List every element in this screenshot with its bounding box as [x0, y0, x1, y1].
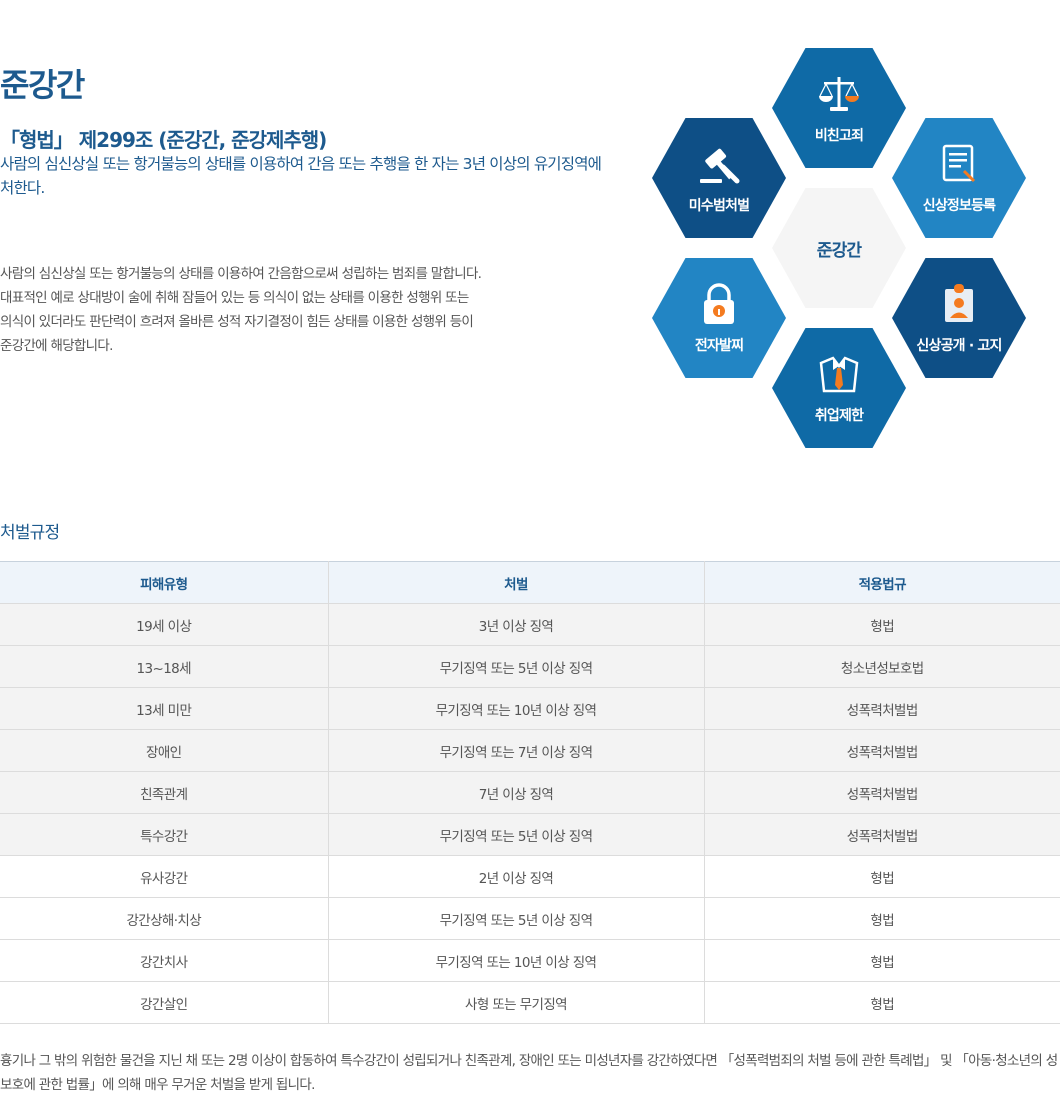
- section-title: 처벌규정: [0, 523, 60, 543]
- punishment-cell: 무기징역 또는 10년 이상 징역: [328, 687, 705, 730]
- law-cell: 형법: [704, 855, 1060, 898]
- hex-item-attempt-punishment: 미수범처벌: [652, 118, 786, 238]
- law-cell: 성폭력처벌법: [704, 687, 1060, 730]
- lock-icon: [696, 281, 742, 327]
- description: 사람의 심신상실 또는 항거불능의 상태를 이용하여 간음함으로써 성립하는 범…: [0, 266, 482, 354]
- table-row: 강간상해·치상 무기징역 또는 5년 이상 징역 형법: [0, 897, 1060, 940]
- note-text: 흉기나 그 밖의 위험한 물건을 지닌 채 또는 2명 이상이 합동하여 특수강…: [0, 1053, 1058, 1093]
- table-row: 강간살인 사형 또는 무기징역 형법: [0, 981, 1060, 1024]
- suit-icon: [816, 351, 862, 397]
- law-cell: 성폭력처벌법: [704, 771, 1060, 814]
- table-row: 13세 미만 무기징역 또는 10년 이상 징역 성폭력처벌법: [0, 687, 1060, 730]
- hex-item-info-registration: 신상정보등록: [892, 118, 1026, 238]
- table-row: 친족관계 7년 이상 징역 성폭력처벌법: [0, 771, 1060, 814]
- victim-type-cell: 유사강간: [0, 855, 329, 898]
- law-cell: 성폭력처벌법: [704, 813, 1060, 856]
- header-cell: 처벌: [328, 561, 705, 604]
- punishment-cell: 3년 이상 징역: [328, 603, 705, 646]
- law-cell: 성폭력처벌법: [704, 729, 1060, 772]
- hex-center: 준강간: [772, 188, 906, 308]
- victim-type-cell: 19세 이상: [0, 603, 329, 646]
- law-cell: 형법: [704, 897, 1060, 940]
- law-cell: 형법: [704, 981, 1060, 1024]
- hex-item-employment-restriction: 취업제한: [772, 328, 906, 448]
- hex-item-label: 취업제한: [814, 408, 864, 424]
- victim-type-cell: 친족관계: [0, 771, 329, 814]
- table-row: 19세 이상 3년 이상 징역 형법: [0, 603, 1060, 646]
- header-cell: 피해유형: [0, 561, 329, 604]
- law-cell: 청소년성보호법: [704, 645, 1060, 688]
- hex-item-disclosure: 신상공개 · 고지: [892, 258, 1026, 378]
- header-cell: 적용법규: [704, 561, 1060, 604]
- victim-type-cell: 강간살인: [0, 981, 329, 1024]
- victim-type-cell: 장애인: [0, 729, 329, 772]
- hex-item-label: 전자발찌: [694, 338, 744, 354]
- victim-type-cell: 강간상해·치상: [0, 897, 329, 940]
- table-header-row: 피해유형 처벌 적용법규: [0, 561, 1060, 604]
- victim-type-cell: 특수강간: [0, 813, 329, 856]
- scales-icon: [816, 71, 862, 117]
- punishment-cell: 7년 이상 징역: [328, 771, 705, 814]
- page-title: 준강간: [0, 66, 85, 104]
- gavel-icon: [696, 141, 742, 187]
- law-text: 사람의 심신상실 또는 항거불능의 상태를 이용하여 간음 또는 추행을 한 자…: [0, 155, 602, 197]
- table-row: 강간치사 무기징역 또는 10년 이상 징역 형법: [0, 939, 1060, 982]
- punishment-cell: 무기징역 또는 7년 이상 징역: [328, 729, 705, 772]
- punishment-cell: 무기징역 또는 10년 이상 징역: [328, 939, 705, 982]
- victim-type-cell: 13세 미만: [0, 687, 329, 730]
- punishment-cell: 2년 이상 징역: [328, 855, 705, 898]
- victim-type-cell: 13~18세: [0, 645, 329, 688]
- hex-center-label: 준강간: [816, 240, 862, 261]
- table-row: 특수강간 무기징역 또는 5년 이상 징역 성폭력처벌법: [0, 813, 1060, 856]
- law-cell: 형법: [704, 603, 1060, 646]
- punishment-cell: 사형 또는 무기징역: [328, 981, 705, 1024]
- table-row: 유사강간 2년 이상 징역 형법: [0, 855, 1060, 898]
- table-row: 장애인 무기징역 또는 7년 이상 징역 성폭력처벌법: [0, 729, 1060, 772]
- hex-item-label: 신상공개 · 고지: [916, 338, 1002, 354]
- law-cell: 형법: [704, 939, 1060, 982]
- penalty-table: 피해유형 처벌 적용법규 19세 이상 3년 이상 징역 형법 13~18세 무기징역…: [0, 561, 1060, 1024]
- table-row: 13~18세 무기징역 또는 5년 이상 징역 청소년성보호법: [0, 645, 1060, 688]
- victim-type-cell: 강간치사: [0, 939, 329, 982]
- law-title: 「형법」 제299조 (준강간, 준강제추행): [0, 128, 327, 152]
- feature-diagram: 준강간 비친고죄 신상정보등록 신상공개 · 고지 취업제한 전자발찌 미수범처…: [650, 46, 1030, 450]
- document-icon: [936, 141, 982, 187]
- hex-item-electronic-anklet: 전자발찌: [652, 258, 786, 378]
- hex-item-non-complaint: 비친고죄: [772, 48, 906, 168]
- hex-item-label: 미수범처벌: [688, 198, 750, 214]
- hex-item-label: 비친고죄: [814, 128, 864, 144]
- punishment-cell: 무기징역 또는 5년 이상 징역: [328, 645, 705, 688]
- punishment-cell: 무기징역 또는 5년 이상 징역: [328, 897, 705, 940]
- id-card-icon: [936, 281, 982, 327]
- punishment-cell: 무기징역 또는 5년 이상 징역: [328, 813, 705, 856]
- hex-item-label: 신상정보등록: [922, 198, 996, 214]
